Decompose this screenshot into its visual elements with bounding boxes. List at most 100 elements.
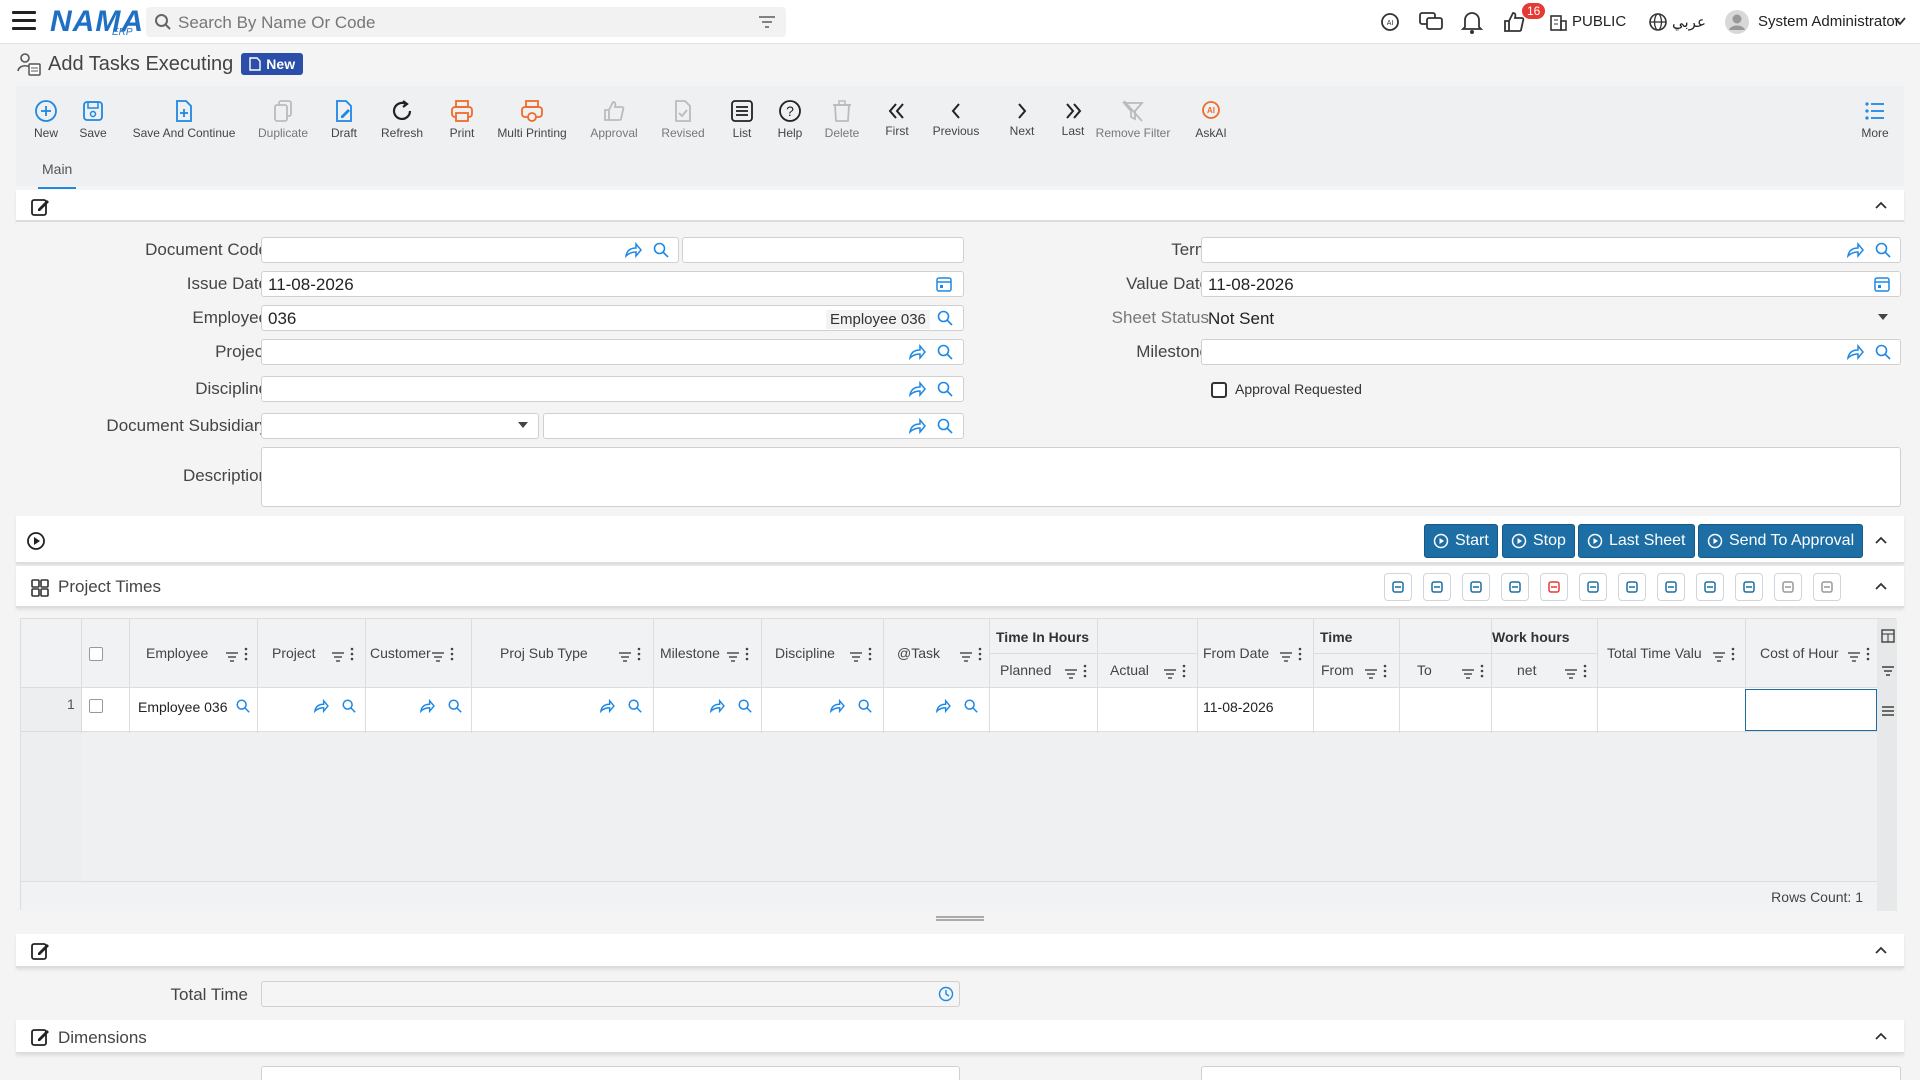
share-icon[interactable]	[908, 418, 926, 434]
column-menu-icon[interactable]	[978, 647, 982, 664]
approval-button[interactable]: Approval	[588, 86, 640, 152]
calendar-icon[interactable]	[936, 276, 952, 292]
col-discipline[interactable]: Discipline	[775, 645, 835, 661]
send-to-approval-button[interactable]: Send To Approval	[1698, 524, 1864, 558]
column-filter-icon[interactable]	[1279, 649, 1293, 665]
col-actual[interactable]: Actual	[1110, 662, 1149, 678]
last-button[interactable]: Last	[1058, 86, 1088, 152]
col-milestone[interactable]: Milestone	[660, 645, 720, 661]
multi-printing-button[interactable]: Multi Printing	[494, 86, 570, 152]
ai-support-icon[interactable]: AI	[1378, 10, 1402, 34]
filter-icon[interactable]	[758, 15, 776, 29]
lookup-search-icon[interactable]	[857, 698, 873, 717]
column-menu-icon[interactable]	[1480, 664, 1484, 681]
col-net[interactable]: net	[1517, 662, 1536, 678]
column-filter-icon[interactable]	[849, 649, 863, 665]
filter-icon[interactable]	[1881, 665, 1895, 677]
document-code-input[interactable]	[261, 237, 679, 263]
open-link-icon[interactable]	[599, 698, 615, 716]
column-filter-icon[interactable]	[1564, 666, 1578, 682]
search-icon[interactable]	[936, 417, 954, 435]
column-divider[interactable]	[129, 619, 130, 733]
open-link-icon[interactable]	[935, 698, 951, 716]
open-link-icon[interactable]	[829, 698, 845, 716]
filter-icon[interactable]	[1774, 573, 1802, 601]
chevron-up-icon[interactable]	[1874, 945, 1888, 955]
start-button[interactable]: Start	[1424, 524, 1498, 558]
move-icon[interactable]	[1735, 573, 1763, 601]
column-filter-icon[interactable]	[726, 649, 740, 665]
chevron-up-icon[interactable]	[1874, 1031, 1888, 1041]
column-divider[interactable]	[471, 619, 472, 733]
col-project[interactable]: Project	[272, 645, 316, 661]
column-divider[interactable]	[1399, 619, 1400, 733]
open-link-icon[interactable]	[313, 698, 329, 716]
column-divider[interactable]	[365, 619, 366, 733]
list-button[interactable]: List	[728, 86, 756, 152]
select-all-checkbox[interactable]	[89, 647, 103, 661]
share-icon[interactable]	[1846, 242, 1864, 258]
column-divider[interactable]	[1313, 619, 1314, 733]
document-subsidiary-select[interactable]	[261, 413, 539, 439]
print-button[interactable]: Print	[444, 86, 480, 152]
col-planned[interactable]: Planned	[1000, 662, 1051, 678]
dimension-input-1[interactable]	[261, 1066, 960, 1080]
search-icon[interactable]	[936, 309, 954, 327]
column-menu-icon[interactable]	[1083, 664, 1087, 681]
branch-label[interactable]: PUBLIC	[1572, 13, 1626, 30]
col-to[interactable]: To	[1417, 662, 1432, 678]
column-filter-icon[interactable]	[225, 649, 239, 665]
sheet-status-select[interactable]: Not Sent	[1201, 305, 1901, 331]
more-button[interactable]: More	[1858, 86, 1892, 152]
approval-requested-checkbox[interactable]	[1211, 382, 1227, 398]
share-icon[interactable]	[624, 242, 642, 258]
search-input[interactable]: Search By Name Or Code	[178, 13, 375, 33]
help-button[interactable]: ? Help	[774, 86, 806, 152]
column-divider[interactable]	[257, 619, 258, 733]
col-task[interactable]: @Task	[897, 645, 940, 661]
cell-from-date[interactable]: 11-08-2026	[1203, 699, 1274, 715]
col-total-time-value[interactable]: Total Time Valu	[1607, 645, 1702, 661]
column-divider[interactable]	[653, 619, 654, 733]
col-cost-of-hour[interactable]: Cost of Hour	[1760, 645, 1839, 661]
trash-icon[interactable]	[1540, 573, 1568, 601]
column-divider[interactable]	[761, 619, 762, 733]
menu-icon[interactable]	[1881, 705, 1895, 717]
refresh-button[interactable]: Refresh	[378, 86, 426, 152]
column-divider[interactable]	[1197, 619, 1198, 733]
employee-input[interactable]: 036 Employee 036	[261, 305, 964, 331]
col-customer[interactable]: Customer	[370, 645, 431, 661]
filter-remove-icon[interactable]	[1813, 573, 1841, 601]
save-button[interactable]: Save	[76, 86, 110, 152]
cell-cost-of-hour[interactable]	[1745, 689, 1877, 731]
draft-button[interactable]: Draft	[328, 86, 360, 152]
column-menu-icon[interactable]	[1866, 647, 1870, 664]
issue-date-input[interactable]: 11-08-2026	[261, 271, 964, 297]
value-date-input[interactable]: 11-08-2026	[1201, 271, 1901, 297]
col-from-date[interactable]: From Date	[1203, 645, 1269, 661]
layers-icon[interactable]	[1501, 573, 1529, 601]
column-menu-icon[interactable]	[868, 647, 872, 664]
tab-main[interactable]: Main	[37, 161, 77, 189]
milestone-input[interactable]	[1201, 339, 1901, 365]
delete-button[interactable]: Delete	[822, 86, 862, 152]
column-divider[interactable]	[1491, 619, 1492, 733]
dots-grid-icon[interactable]	[1696, 573, 1724, 601]
project-input[interactable]	[261, 339, 964, 365]
share-icon[interactable]	[1846, 344, 1864, 360]
col-from[interactable]: From	[1321, 662, 1354, 678]
term-input[interactable]	[1201, 237, 1901, 263]
discipline-input[interactable]	[261, 376, 964, 402]
column-filter-icon[interactable]	[959, 649, 973, 665]
askai-button[interactable]: AI AskAI	[1194, 86, 1228, 152]
user-avatar-icon[interactable]	[1724, 9, 1750, 35]
save-and-continue-button[interactable]: Save And Continue	[130, 86, 238, 152]
search-icon[interactable]	[936, 343, 954, 361]
user-name[interactable]: System Administrator	[1758, 13, 1900, 30]
previous-button[interactable]: Previous	[928, 86, 984, 152]
search-icon[interactable]	[652, 241, 670, 259]
column-divider[interactable]	[1097, 619, 1098, 733]
search-list-icon[interactable]	[1384, 573, 1412, 601]
search-icon[interactable]	[1874, 343, 1892, 361]
language-switch[interactable]: عربي	[1672, 13, 1706, 31]
